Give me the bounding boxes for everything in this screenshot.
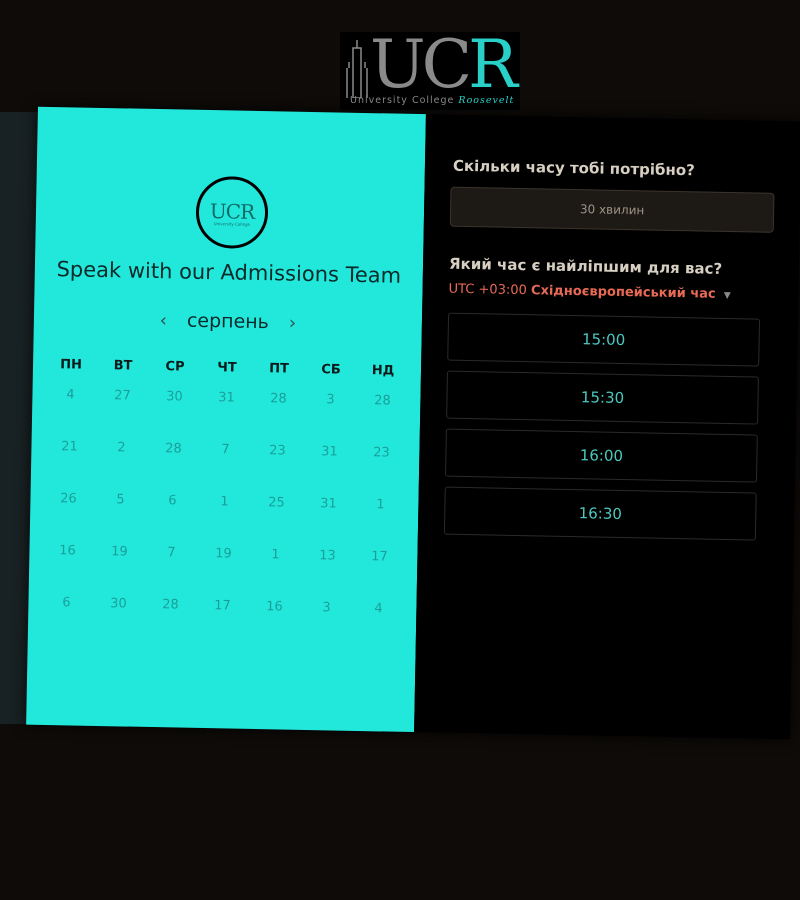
time-slot-button[interactable]: 16:30 <box>443 486 757 541</box>
calendar-day[interactable]: 19 <box>197 546 250 599</box>
weekday-header: ПН <box>60 357 83 373</box>
ucr-header-logo: UCR University College Roosevelt <box>340 26 520 110</box>
calendar-panel: UCR University College Speak with our Ad… <box>26 106 426 733</box>
time-slot-list: 15:00 15:30 16:00 16:30 <box>443 312 761 551</box>
calendar-day[interactable]: 26 <box>42 491 95 544</box>
calendar-day[interactable]: 2 <box>95 440 148 493</box>
calendar-day[interactable]: 5 <box>94 492 147 545</box>
calendar-day[interactable]: 30 <box>148 389 201 442</box>
calendar-day[interactable]: 21 <box>43 439 96 492</box>
weekday-header: ВТ <box>113 358 133 374</box>
weekday-header: СР <box>165 359 185 375</box>
calendar-day[interactable]: 31 <box>303 444 356 497</box>
calendar-day[interactable]: 30 <box>92 596 145 649</box>
calendar-day[interactable]: 25 <box>250 495 303 548</box>
chevron-right-icon[interactable]: › <box>275 312 311 334</box>
time-slot-button[interactable]: 16:00 <box>444 428 758 483</box>
time-slot-button[interactable]: 15:30 <box>446 370 759 425</box>
page-title: Speak with our Admissions Team <box>56 257 402 288</box>
calendar-day[interactable]: 3 <box>304 392 357 445</box>
calendar-day[interactable]: 3 <box>300 600 353 653</box>
calendar-day[interactable]: 31 <box>302 496 355 549</box>
timezone-offset: UTC +03:00 <box>448 281 527 299</box>
chevron-left-icon[interactable]: ‹ <box>146 310 182 332</box>
calendar-day[interactable]: 7 <box>199 442 252 495</box>
timezone-selector[interactable]: UTC +03:00 Східноєвропейський час ▼ <box>448 282 730 302</box>
calendar-day[interactable]: 19 <box>93 544 146 597</box>
weekday-header: НД <box>371 363 395 379</box>
calendar-day[interactable]: 16 <box>248 599 301 652</box>
calendar-day[interactable]: 31 <box>200 390 253 443</box>
calendar-day[interactable]: 1 <box>198 494 251 547</box>
tower-icon <box>346 40 368 98</box>
ucr-round-logo: UCR University College <box>195 175 269 250</box>
calendar-day[interactable]: 7 <box>145 545 198 598</box>
duration-select-button[interactable]: 30 хвилин <box>449 186 775 233</box>
calendar-day[interactable]: 6 <box>40 595 93 648</box>
timezone-name: Східноєвропейський час <box>530 283 716 302</box>
calendar-day[interactable]: 1 <box>249 547 302 600</box>
calendar-day[interactable]: 4 <box>352 601 405 654</box>
calendar-day[interactable]: 6 <box>146 493 199 546</box>
weekday-header: ЧТ <box>217 360 237 376</box>
calendar-day[interactable]: 17 <box>196 598 249 651</box>
calendar-day[interactable]: 4 <box>44 387 97 440</box>
month-label: серпень <box>186 309 270 334</box>
scheduling-widget: UCR University College Speak with our Ad… <box>26 106 800 740</box>
calendar-day[interactable]: 17 <box>353 549 406 602</box>
duration-question: Скільки часу тобі потрібно? <box>452 156 696 180</box>
calendar-day[interactable]: 1 <box>354 497 407 550</box>
calendar-grid: ПН ВТ СР ЧТ ПТ СБ НД 4 27 30 31 28 3 28 21 2 28 7 23 31 23 26… <box>40 357 410 654</box>
logo-tagline: University College Roosevelt <box>350 95 515 106</box>
weekday-header: ПТ <box>268 361 290 377</box>
calendar-day[interactable]: 28 <box>144 597 197 650</box>
time-question: Який час є найліпшим для вас? <box>448 254 723 278</box>
calendar-day[interactable]: 28 <box>356 393 409 446</box>
weekday-header: СБ <box>321 362 341 378</box>
calendar-day[interactable]: 16 <box>41 543 94 596</box>
calendar-day[interactable]: 13 <box>301 548 354 601</box>
month-navigator: ‹ серпень › <box>34 307 422 336</box>
calendar-day[interactable]: 23 <box>355 445 408 498</box>
calendar-day[interactable]: 27 <box>96 388 149 441</box>
calendar-day[interactable]: 28 <box>147 441 200 494</box>
caret-down-icon: ▼ <box>723 290 731 302</box>
time-panel: Скільки часу тобі потрібно? 30 хвилин Як… <box>414 114 800 740</box>
calendar-day[interactable]: 28 <box>252 391 305 444</box>
calendar-day[interactable]: 23 <box>251 443 304 496</box>
time-slot-button[interactable]: 15:00 <box>447 312 761 367</box>
logo-wordmark: UCR <box>370 26 518 103</box>
